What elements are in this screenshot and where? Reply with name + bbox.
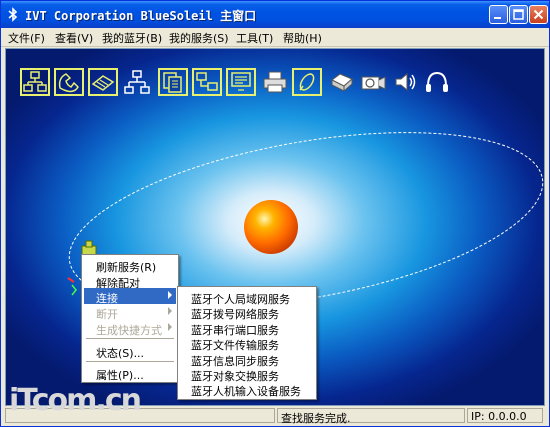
window-title: IVT Corporation BlueSoleil 主窗口 bbox=[25, 9, 257, 23]
menu-help[interactable]: 帮助(H) bbox=[283, 30, 322, 46]
submenu-arrow-icon bbox=[168, 291, 172, 299]
watermark-text: iTcom.cn bbox=[9, 383, 142, 418]
submenu-object-push-service[interactable]: 蓝牙对象交换服务 bbox=[180, 366, 314, 383]
menu-refresh-services[interactable]: 刷新服务(R) bbox=[84, 257, 176, 274]
minimize-button[interactable] bbox=[489, 5, 508, 24]
menu-separator bbox=[86, 361, 174, 362]
menu-create-shortcut[interactable]: 生成快捷方式 bbox=[84, 320, 176, 337]
status-ip: IP: 0.0.0.0 bbox=[467, 408, 543, 423]
device-indicator-icon bbox=[67, 277, 75, 283]
submenu-arrow-icon bbox=[168, 307, 172, 315]
maximize-button[interactable] bbox=[509, 5, 528, 24]
menu-properties[interactable]: 属性(P)... bbox=[84, 365, 176, 382]
local-device-sphere[interactable] bbox=[244, 200, 298, 254]
close-button[interactable] bbox=[529, 5, 548, 24]
main-window: IVT Corporation BlueSoleil 主窗口 文件(F) 查看(… bbox=[0, 0, 550, 427]
submenu-dialup-service[interactable]: 蓝牙拨号网络服务 bbox=[180, 304, 314, 321]
menu-my-bluetooth[interactable]: 我的蓝牙(B) bbox=[102, 30, 162, 46]
connect-submenu: 蓝牙个人局域网服务 蓝牙拨号网络服务 蓝牙串行端口服务 蓝牙文件传输服务 蓝牙信… bbox=[177, 286, 317, 400]
device-link-icon bbox=[71, 284, 77, 296]
submenu-file-transfer-service[interactable]: 蓝牙文件传输服务 bbox=[180, 335, 314, 352]
menu-view[interactable]: 查看(V) bbox=[55, 30, 93, 46]
menu-disconnect[interactable]: 断开 bbox=[84, 304, 176, 321]
submenu-sync-service[interactable]: 蓝牙信息同步服务 bbox=[180, 351, 314, 368]
menu-tools[interactable]: 工具(T) bbox=[236, 30, 273, 46]
minimize-icon bbox=[494, 17, 501, 19]
menu-file[interactable]: 文件(F) bbox=[8, 30, 45, 46]
menu-my-services[interactable]: 我的服务(S) bbox=[169, 30, 229, 46]
submenu-arrow-icon bbox=[168, 323, 172, 331]
menu-separator bbox=[86, 338, 174, 339]
submenu-serial-service[interactable]: 蓝牙串行端口服务 bbox=[180, 320, 314, 337]
title-bar[interactable]: IVT Corporation BlueSoleil 主窗口 bbox=[1, 1, 549, 28]
menu-status[interactable]: 状态(S)... bbox=[84, 343, 176, 360]
context-menu: 刷新服务(R) 解除配对 连接 断开 生成快捷方式 状态(S)... 属性(P)… bbox=[81, 254, 179, 383]
menu-unpair[interactable]: 解除配对 bbox=[84, 273, 176, 290]
bluetooth-icon bbox=[8, 7, 18, 22]
status-message: 查找服务完成. bbox=[277, 408, 465, 425]
submenu-pan-service[interactable]: 蓝牙个人局域网服务 bbox=[180, 289, 314, 306]
menu-connect[interactable]: 连接 bbox=[84, 288, 176, 305]
close-icon bbox=[533, 9, 544, 20]
maximize-icon bbox=[513, 9, 524, 20]
submenu-hid-service[interactable]: 蓝牙人机输入设备服务 bbox=[180, 381, 314, 398]
menu-bar: 文件(F) 查看(V) 我的蓝牙(B) 我的服务(S) 工具(T) 帮助(H) bbox=[1, 28, 549, 47]
